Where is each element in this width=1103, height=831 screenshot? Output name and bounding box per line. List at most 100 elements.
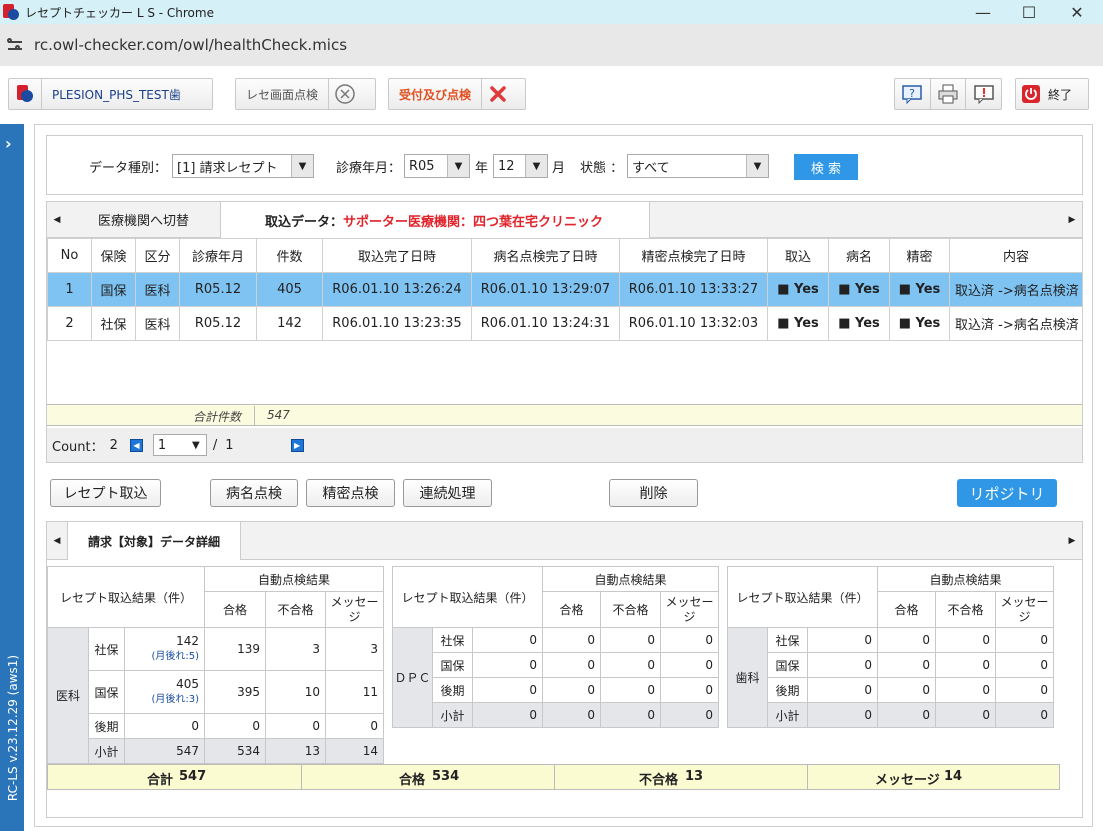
status-select[interactable]: すべて ▼ bbox=[627, 154, 769, 178]
data-type-select[interactable]: [1] 請求レセプト ▼ bbox=[172, 154, 314, 178]
tab-switch-institution[interactable]: 医療機関へ切替 bbox=[67, 202, 220, 237]
minimize-button[interactable]: — bbox=[960, 0, 1006, 24]
main-panel: データ種別： [1] 請求レセプト ▼ 診療年月： R05 ▼ 年 12 ▼ 月… bbox=[34, 124, 1093, 827]
column-header[interactable]: No bbox=[47, 238, 92, 273]
delete-button[interactable]: 削除 bbox=[609, 479, 698, 507]
page-select[interactable]: 1 ▼ bbox=[152, 434, 207, 456]
row-label: 社保 bbox=[767, 627, 808, 653]
cell-no: 1 bbox=[47, 272, 92, 307]
column-header[interactable]: 精密 bbox=[889, 238, 950, 273]
count-cell: 0 bbox=[807, 652, 878, 678]
count-value: 2 bbox=[109, 437, 118, 453]
count-cell: 405 bbox=[176, 677, 199, 691]
cell-byomei: ■ Yes bbox=[828, 272, 890, 307]
byomei-check-button[interactable]: 病名点検 bbox=[210, 479, 298, 507]
renzoku-button[interactable]: 連続処理 bbox=[403, 479, 492, 507]
cell-import-dt: R06.01.10 13:26:24 bbox=[322, 272, 472, 307]
table-row[interactable]: 1 国保 医科 R05.12 405 R06.01.10 13:26:24 R0… bbox=[47, 272, 1083, 307]
help-toolbar: ? bbox=[894, 78, 1002, 110]
total-count-bar: 合計件数 547 bbox=[47, 404, 1082, 426]
scroll-left-icon[interactable]: ◀ bbox=[47, 202, 67, 238]
uketsuke-label: 受付及び点検 bbox=[399, 87, 472, 102]
row-label: 国保 bbox=[767, 652, 808, 678]
column-header[interactable]: 取込 bbox=[767, 238, 829, 273]
chevron-down-icon: ▼ bbox=[525, 155, 547, 177]
column-header[interactable]: 病名点検完了日時 bbox=[471, 238, 620, 273]
seimitsu-check-button[interactable]: 精密点検 bbox=[306, 479, 395, 507]
fail-cell: 3 bbox=[265, 627, 326, 671]
data-type-value: [1] 請求レセプト bbox=[177, 160, 278, 176]
search-panel: データ種別： [1] 請求レセプト ▼ 診療年月： R05 ▼ 年 12 ▼ 月… bbox=[46, 135, 1083, 195]
column-header[interactable]: 件数 bbox=[256, 238, 323, 273]
row-label: 小計 bbox=[88, 738, 125, 764]
tab-strip: ◀ 医療機関へ切替 取込データ： サポーター医療機関：四つ葉在宅クリニック ▶ bbox=[47, 202, 1082, 238]
message-total-label: メッセージ bbox=[875, 773, 940, 788]
repository-button[interactable]: リポジトリ bbox=[957, 479, 1057, 507]
cell-hoken: 国保 bbox=[91, 272, 136, 307]
pass-cell: 395 bbox=[204, 670, 266, 714]
column-header[interactable]: 病名 bbox=[828, 238, 890, 273]
cell-hoken: 社保 bbox=[91, 306, 136, 341]
maximize-button[interactable]: ☐ bbox=[1006, 0, 1052, 24]
help-icon[interactable]: ? bbox=[895, 79, 930, 109]
count-cell: 0 bbox=[807, 627, 878, 653]
next-page-icon[interactable]: ▶ bbox=[290, 438, 304, 452]
row-label: 社保 bbox=[432, 627, 473, 653]
message-cell: 3 bbox=[325, 627, 384, 671]
cell-seimitsu-dt: R06.01.10 13:33:27 bbox=[619, 272, 768, 307]
column-header[interactable]: 精密点検完了日時 bbox=[619, 238, 768, 273]
pager: Count： 2 ◀ 1 ▼ / 1 ▶ bbox=[47, 428, 1082, 462]
count-cell: 0 bbox=[472, 627, 543, 653]
exit-button[interactable]: 終了 bbox=[1015, 78, 1089, 110]
count-cell: 0 bbox=[807, 677, 878, 703]
row-label: 国保 bbox=[88, 670, 125, 714]
row-label: 後期 bbox=[88, 713, 125, 739]
column-header[interactable]: 区分 bbox=[135, 238, 180, 273]
cell-torikomi: ■ Yes bbox=[767, 306, 829, 341]
row-label: 小計 bbox=[432, 702, 473, 728]
print-icon[interactable] bbox=[931, 79, 966, 109]
column-header[interactable]: 内容 bbox=[949, 238, 1083, 273]
site-settings-icon[interactable] bbox=[6, 36, 24, 54]
import-table: No 保険 区分 診療年月 件数 取込完了日時 病名点検完了日時 精密点検完了日… bbox=[47, 238, 1083, 341]
prev-page-icon[interactable]: ◀ bbox=[129, 438, 143, 452]
receipt-import-button[interactable]: レセプト取込 bbox=[50, 479, 161, 507]
scroll-right-icon[interactable]: ▶ bbox=[1062, 522, 1082, 560]
user-button[interactable]: PLESION_PHS_TEST歯 bbox=[8, 78, 213, 110]
uketsuke-button[interactable]: 受付及び点検 bbox=[388, 78, 526, 110]
search-button[interactable]: 検 索 bbox=[794, 154, 858, 180]
alert-icon[interactable] bbox=[966, 79, 1001, 109]
address-bar: rc.owl-checker.com/owl/healthCheck.mics bbox=[0, 24, 1103, 66]
rese-check-button[interactable]: レセ画面点検 bbox=[235, 78, 376, 110]
window-title-bar: レセプトチェッカー L S - Chrome — ☐ ✕ bbox=[0, 0, 1103, 24]
category-label: 医科 bbox=[47, 627, 89, 764]
tab-detail[interactable]: 請求【対象】データ詳細 bbox=[67, 522, 241, 560]
column-header[interactable]: 取込完了日時 bbox=[322, 238, 472, 273]
fail-cell: 0 bbox=[265, 713, 326, 739]
dpc-result-table: レセプト取込結果（件） 自動点検結果 合格 不合格 メッセージ ＤＰＣ 社保 0… bbox=[392, 566, 719, 728]
total-value: 547 bbox=[179, 769, 207, 784]
cell-kubun: 医科 bbox=[135, 306, 180, 341]
total-label: 合計 bbox=[147, 773, 174, 788]
chevron-down-icon: ▼ bbox=[185, 435, 206, 455]
expand-chevron-icon[interactable]: › bbox=[5, 134, 12, 153]
sidebar: › RC-LS v.23.12.29 (aws1) bbox=[0, 124, 24, 831]
fail-cell: 13 bbox=[265, 738, 326, 764]
table-row[interactable]: 2 社保 医科 R05.12 142 R06.01.10 13:23:35 R0… bbox=[47, 306, 1083, 341]
close-button[interactable]: ✕ bbox=[1054, 0, 1100, 24]
message-cell: 14 bbox=[325, 738, 384, 764]
scroll-left-icon[interactable]: ◀ bbox=[47, 522, 67, 560]
cell-no: 2 bbox=[47, 306, 92, 341]
month-select[interactable]: 12 ▼ bbox=[493, 154, 548, 178]
tab-import-data[interactable]: 取込データ： サポーター医療機関：四つ葉在宅クリニック bbox=[220, 202, 650, 238]
column-header[interactable]: 診療年月 bbox=[179, 238, 257, 273]
era-select[interactable]: R05 ▼ bbox=[404, 154, 470, 178]
page-total: 1 bbox=[225, 437, 234, 453]
month-unit: 月 bbox=[552, 161, 566, 176]
cell-byomei-dt: R06.01.10 13:24:31 bbox=[471, 306, 620, 341]
result-header: レセプト取込結果（件） bbox=[47, 566, 205, 628]
cancel-circle-icon bbox=[329, 79, 361, 109]
url-text[interactable]: rc.owl-checker.com/owl/healthCheck.mics bbox=[34, 36, 347, 54]
scroll-right-icon[interactable]: ▶ bbox=[1062, 202, 1082, 238]
column-header[interactable]: 保険 bbox=[91, 238, 136, 273]
